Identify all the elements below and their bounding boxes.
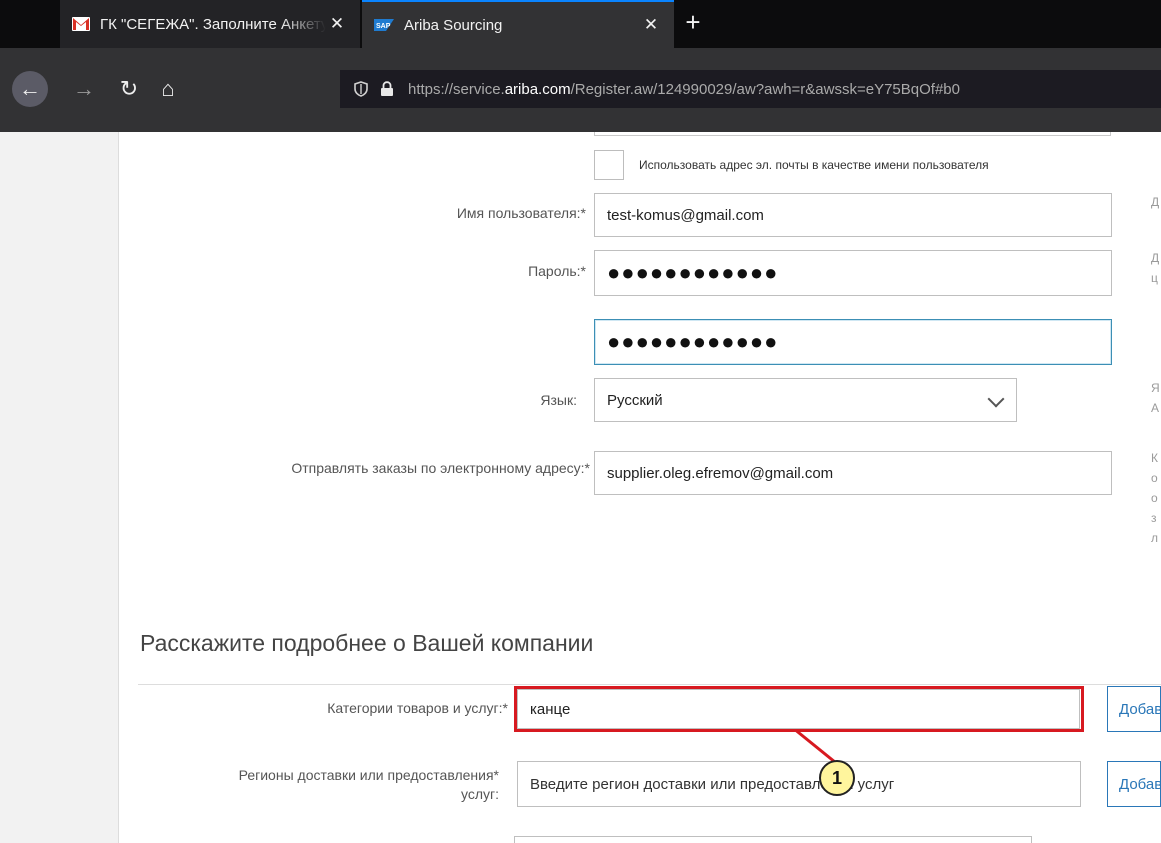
order-email-label: Отправлять заказы по электронному адресу… bbox=[291, 460, 590, 476]
tab-segezha-close-icon[interactable]: ✕ bbox=[326, 14, 348, 34]
help-line: л bbox=[1151, 531, 1159, 545]
help-line: К bbox=[1151, 451, 1158, 465]
username-label: Имя пользователя:* bbox=[456, 205, 586, 221]
order-email-input[interactable]: supplier.oleg.efremov@gmail.com bbox=[594, 451, 1112, 495]
tab-ariba-title: Ariba Sourcing bbox=[404, 16, 503, 34]
username-input[interactable]: test-komus@gmail.com bbox=[594, 193, 1112, 237]
email-field-partial[interactable] bbox=[594, 132, 1111, 136]
use-email-as-username-checkbox[interactable] bbox=[594, 150, 624, 180]
use-email-as-username-label: Использовать адрес эл. почты в качестве … bbox=[639, 158, 989, 172]
add-category-button[interactable]: Добавить bbox=[1107, 686, 1161, 732]
tab-ariba-sourcing[interactable]: SAP Ariba Sourcing ✕ bbox=[362, 0, 674, 48]
left-sidebar bbox=[0, 132, 119, 843]
forward-icon[interactable]: → bbox=[66, 71, 102, 107]
url-prefix: https://service. bbox=[408, 80, 505, 98]
url-path: /Register.aw/124990029/aw?awh=r&awssk=eY… bbox=[570, 80, 960, 98]
highlight-box bbox=[514, 686, 1084, 732]
tab-segezha[interactable]: ГК "СЕГЕЖА". Заполните Анкету ✕ bbox=[60, 0, 360, 48]
help-line: з bbox=[1151, 511, 1157, 525]
tab-segezha-title: ГК "СЕГЕЖА". Заполните Анкету bbox=[100, 15, 326, 33]
regions-input[interactable]: Введите регион доставки или предоставлен… bbox=[517, 761, 1081, 807]
password-input[interactable]: ●●●●●●●●●●●● bbox=[594, 250, 1112, 296]
next-field-partial[interactable] bbox=[514, 836, 1032, 843]
regions-label-line1: Регионы доставки или предоставления* bbox=[238, 767, 499, 783]
language-select[interactable]: Русский bbox=[594, 378, 1017, 422]
home-icon[interactable]: ⌂ bbox=[150, 71, 186, 107]
help-line: Я bbox=[1151, 381, 1160, 395]
language-label: Язык: bbox=[540, 392, 577, 408]
help-line: А bbox=[1151, 401, 1160, 415]
help-line: Д bbox=[1151, 195, 1160, 209]
new-tab-icon[interactable]: + bbox=[678, 8, 708, 38]
url-domain: ariba.com bbox=[504, 80, 571, 98]
help-line: о bbox=[1151, 471, 1158, 485]
gmail-icon bbox=[72, 17, 90, 31]
categories-label: Категории товаров и услуг:* bbox=[327, 700, 508, 716]
language-select-value: Русский bbox=[607, 391, 663, 409]
password-confirm-input[interactable]: ●●●●●●●●●●●● bbox=[594, 319, 1112, 365]
reload-icon[interactable]: ↻ bbox=[111, 71, 147, 107]
lock-icon bbox=[381, 81, 393, 96]
sap-icon: SAP bbox=[374, 19, 394, 31]
help-line: Д bbox=[1151, 251, 1160, 265]
password-label: Пароль:* bbox=[528, 263, 586, 279]
help-text-username: Д bbox=[1151, 192, 1159, 212]
help-line: о bbox=[1151, 491, 1158, 505]
tab-ariba-close-icon[interactable]: ✕ bbox=[640, 15, 662, 35]
shield-icon bbox=[354, 81, 368, 97]
sap-logo-text: SAP bbox=[376, 23, 391, 30]
help-text-language: ЯА bbox=[1151, 378, 1160, 418]
help-text-password: Дц bbox=[1151, 248, 1159, 288]
help-line: ц bbox=[1151, 271, 1158, 285]
url-text: https://service.ariba.com/Register.aw/12… bbox=[408, 81, 960, 98]
company-section-title: Расскажите подробнее о Вашей компании bbox=[140, 630, 594, 656]
regions-label-line2: услуг: bbox=[460, 786, 499, 802]
callout-number-badge: 1 bbox=[819, 760, 855, 796]
back-icon[interactable]: ← bbox=[12, 71, 48, 107]
chevron-down-icon bbox=[987, 390, 1005, 408]
add-region-button[interactable]: Добавить bbox=[1107, 761, 1161, 807]
address-bar[interactable]: https://service.ariba.com/Register.aw/12… bbox=[340, 70, 1161, 108]
section-divider bbox=[138, 684, 1161, 685]
help-text-order-email: Коозл bbox=[1151, 448, 1158, 548]
